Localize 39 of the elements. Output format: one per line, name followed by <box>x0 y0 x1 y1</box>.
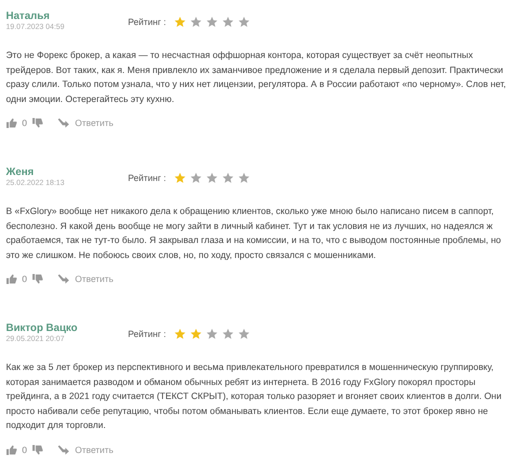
reply-link[interactable]: Ответить <box>58 118 114 128</box>
star-icon <box>190 328 202 340</box>
thumbs-up-icon[interactable] <box>6 118 17 128</box>
reply-arrow-icon <box>58 444 70 454</box>
thumbs-down-icon[interactable] <box>32 274 44 284</box>
thumbs-down-icon[interactable] <box>32 118 44 128</box>
star-icon <box>238 328 250 340</box>
reply-arrow-icon <box>58 118 70 128</box>
star-icon <box>174 328 186 340</box>
rating-label: Рейтинг : <box>128 173 166 183</box>
star-icon <box>222 172 234 184</box>
star-icon <box>174 16 186 28</box>
like-count: 0 <box>22 274 28 284</box>
star-icon <box>190 172 202 184</box>
review-text: В «FxGlory» вообще нет никакого дела к обращению клиентов, сколько уже мною было написано писем в саппорт, бесполезно. Я какой день вообще не могу зайти в личный кабинет. Тут и так условия не из лучших, но надеялся ж сработаемся, так не тут-то было. Я закрывал глаза и на комиссии, и на то, что с выводом постоянные проблемы, но это же слишком. Не побоюсь своих слов, но, по ходу, просто связался с мошенниками. <box>6 205 502 262</box>
thumbs-up-icon[interactable] <box>6 274 17 284</box>
star-icon <box>206 172 218 184</box>
star-icon <box>190 16 202 28</box>
reply-link[interactable]: Ответить <box>58 274 114 284</box>
review-text: Как же за 5 лет брокер из перспективного и весьма привлекательного превратился в мошенническую группировку, которая занимается разводом и обманом обычных ребят из интернета. В 2016 году FxGlory покорял просторы трейдинга, а в 2021 году считается (ТЕКСТ СКРЫТ), которая только разоряет и вгоняет своих клиентов в долги. Они просто набивали себе репутацию, чтобы потом обманывать клиентов. Если еще думаете, то этот брокер явно не подходит для торговли. <box>6 361 502 432</box>
reply-arrow-icon <box>58 274 70 284</box>
star-icon <box>206 328 218 340</box>
star-icon <box>238 16 250 28</box>
reply-link[interactable]: Ответить <box>58 444 114 454</box>
thumbs-down-icon[interactable] <box>32 444 44 454</box>
star-icon <box>222 16 234 28</box>
star-icon <box>222 328 234 340</box>
review-text: Это не Форекс брокер, а какая — то несчастная оффшорная контора, которая существует за счёт неопытных трейдеров. Вот таких, как я. Меня привлекло их заманчивое предложение и я сделала первый депозит. Практически сразу слили. Только потом узнала, что у них нет лицензии, регулятора. А в России работают «по черному». Слов нет, одни эмоции. Остерегайтесь эту кухню. <box>6 49 507 106</box>
rating-label: Рейтинг : <box>128 17 166 27</box>
star-icon <box>238 172 250 184</box>
author-name: Женя <box>6 166 35 178</box>
like-count: 0 <box>22 118 28 128</box>
rating-label: Рейтинг : <box>128 329 166 339</box>
author-name: Наталья <box>6 10 51 22</box>
thumbs-up-icon[interactable] <box>6 444 17 454</box>
author-name: Виктор Вацко <box>6 322 78 334</box>
like-count: 0 <box>22 444 28 454</box>
star-icon <box>206 16 218 28</box>
star-icon <box>174 172 186 184</box>
